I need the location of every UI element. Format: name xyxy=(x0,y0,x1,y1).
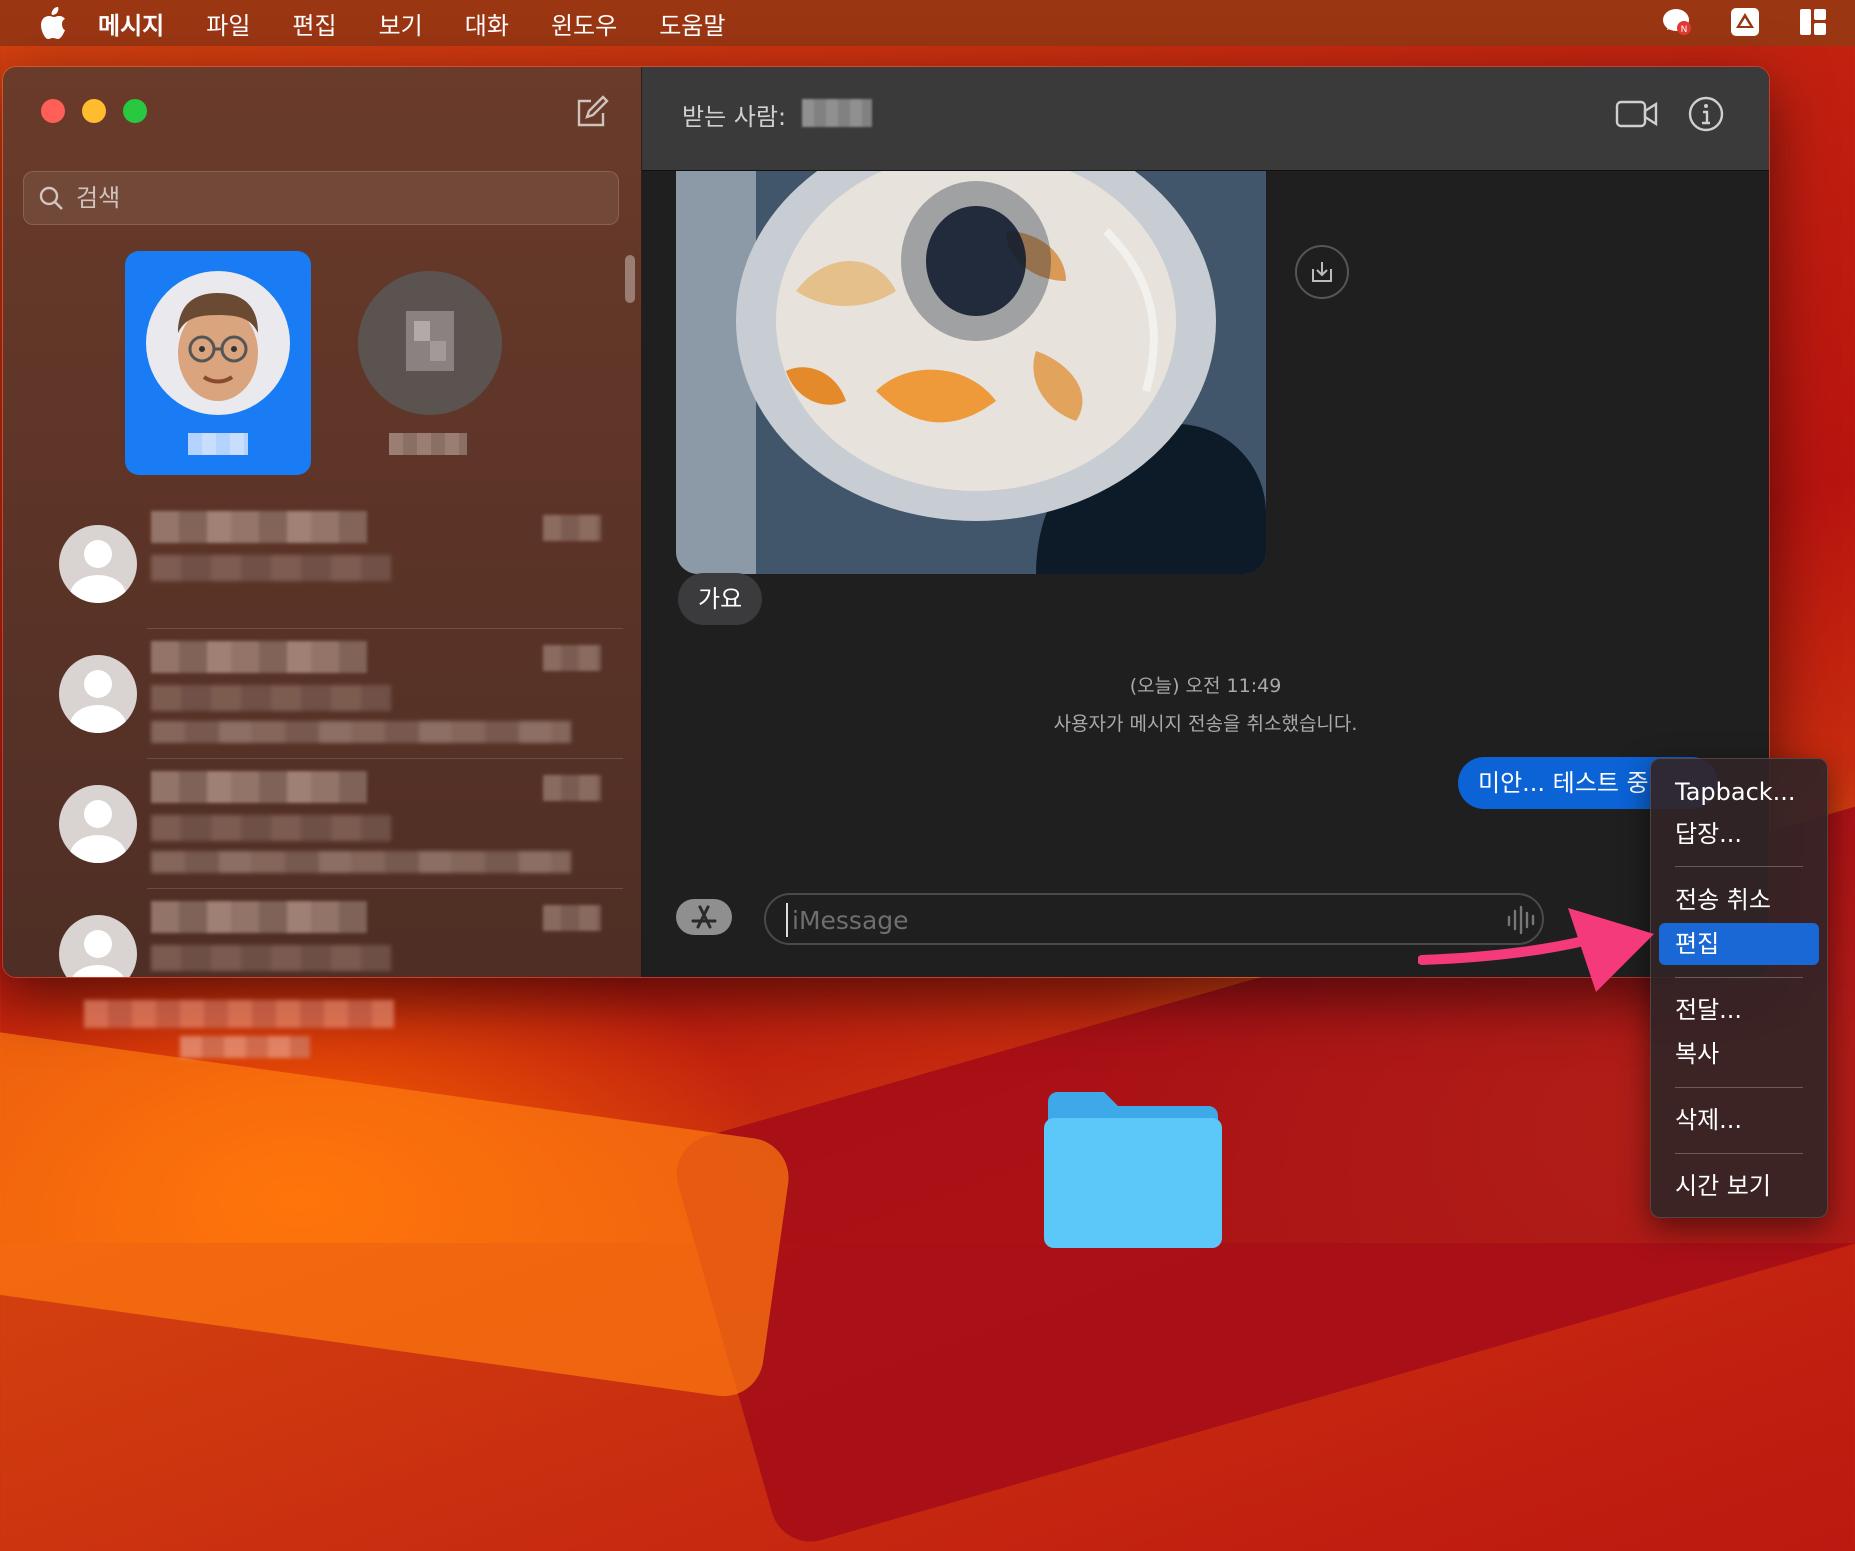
photo-message[interactable] xyxy=(676,171,1266,574)
menu-item-tapback[interactable]: Tapback... xyxy=(1659,771,1819,813)
blurred-contact-name xyxy=(151,511,367,543)
memoji-avatar xyxy=(146,271,290,415)
blurred-date xyxy=(543,905,601,931)
blurred-avatar xyxy=(358,271,502,415)
menu-item-undo-send[interactable]: 전송 취소 xyxy=(1659,879,1819,921)
conversation-row[interactable] xyxy=(43,759,623,889)
info-icon[interactable] xyxy=(1687,95,1725,133)
menu-item-show-time[interactable]: 시간 보기 xyxy=(1659,1165,1819,1207)
message-context-menu: Tapback... 답장... 전송 취소 편집 전달... 복사 삭제...… xyxy=(1650,758,1828,1218)
menu-item-delete[interactable]: 삭제... xyxy=(1659,1099,1819,1141)
zoom-button[interactable] xyxy=(123,99,147,123)
menu-item-copy[interactable]: 복사 xyxy=(1659,1033,1819,1075)
menu-divider xyxy=(1675,1087,1803,1088)
chat-header: 받는 사람: xyxy=(642,67,1769,171)
pinned-contact-name-blurred xyxy=(389,433,467,455)
recipient-name-blurred[interactable] xyxy=(802,99,872,127)
blurred-preview xyxy=(151,555,391,581)
menu-item-edit[interactable]: 편집 xyxy=(1659,923,1819,965)
menu-divider xyxy=(1675,866,1803,867)
search-field[interactable] xyxy=(23,171,619,225)
messages-window: 받는 사람: xyxy=(2,66,1770,978)
person-icon xyxy=(59,655,137,733)
window-controls xyxy=(41,99,147,123)
desktop-item-label-blurred xyxy=(180,1036,310,1058)
folder-icon[interactable] xyxy=(1040,1088,1226,1248)
message-timestamp: (오늘) 오전 11:49 xyxy=(1129,675,1282,697)
menu-divider xyxy=(1675,977,1803,978)
messenger-icon[interactable]: N xyxy=(1661,6,1693,38)
desktop-wallpaper-shape xyxy=(0,1018,794,1402)
chat-pane: 받는 사람: 가요 (오늘) 오전 11:49 사용자가 메시지 전송을 취소했… xyxy=(642,67,1769,977)
person-icon xyxy=(59,525,137,603)
sidebar xyxy=(3,67,642,977)
blurred-contact-name xyxy=(151,641,367,673)
blurred-preview xyxy=(151,721,571,743)
blurred-preview xyxy=(151,685,391,711)
menu-item-reply[interactable]: 답장... xyxy=(1659,813,1819,855)
window-layout-icon[interactable] xyxy=(1797,6,1829,38)
pinned-contact-name-blurred xyxy=(188,433,248,455)
recipient-label: 받는 사람: xyxy=(682,103,787,131)
conversation-row[interactable] xyxy=(43,889,623,977)
blurred-preview xyxy=(151,815,391,841)
video-call-icon[interactable] xyxy=(1615,97,1659,131)
blurred-date xyxy=(543,645,601,671)
annotation-arrow xyxy=(1417,900,1658,1000)
pinned-conversation[interactable] xyxy=(337,251,523,475)
person-icon xyxy=(59,785,137,863)
sidebar-scrollbar[interactable] xyxy=(625,255,635,303)
blurred-contact-name xyxy=(151,771,367,803)
menu-view[interactable]: 보기 xyxy=(379,6,423,41)
close-button[interactable] xyxy=(41,99,65,123)
apple-icon[interactable] xyxy=(36,6,70,40)
blurred-preview xyxy=(151,851,571,873)
menu-item-forward[interactable]: 전달... xyxy=(1659,989,1819,1031)
search-input[interactable] xyxy=(74,183,598,213)
pinned-conversation-selected[interactable] xyxy=(125,251,311,475)
menu-messages[interactable]: 메시지 xyxy=(98,6,164,41)
app-store-icon[interactable] xyxy=(676,899,732,935)
menu-conversation[interactable]: 대화 xyxy=(465,6,509,41)
blurred-date xyxy=(543,515,601,541)
svg-text:N: N xyxy=(1681,25,1688,35)
menu-help[interactable]: 도움말 xyxy=(659,6,725,41)
blurred-preview xyxy=(151,945,391,971)
menu-divider xyxy=(1675,1153,1803,1154)
drive-icon[interactable] xyxy=(1729,6,1761,38)
menu-file[interactable]: 파일 xyxy=(206,6,250,41)
menu-bar: 메시지 파일 편집 보기 대화 윈도우 도움말 N xyxy=(0,0,1855,46)
person-icon xyxy=(59,915,137,977)
save-photo-icon[interactable] xyxy=(1295,245,1349,299)
incoming-message-bubble[interactable]: 가요 xyxy=(678,573,763,625)
blurred-contact-name xyxy=(151,901,367,933)
unsend-notice: 사용자가 메시지 전송을 취소했습니다. xyxy=(1053,713,1358,735)
conversation-row[interactable] xyxy=(43,629,623,759)
menu-edit[interactable]: 편집 xyxy=(292,6,336,41)
search-icon xyxy=(39,186,63,210)
message-input[interactable] xyxy=(786,903,1444,937)
menu-window[interactable]: 윈도우 xyxy=(551,6,617,41)
compose-icon[interactable] xyxy=(573,95,609,131)
minimize-button[interactable] xyxy=(82,99,106,123)
conversation-row[interactable] xyxy=(43,499,623,629)
blurred-date xyxy=(543,775,601,801)
desktop-item-label-blurred xyxy=(84,1000,394,1028)
